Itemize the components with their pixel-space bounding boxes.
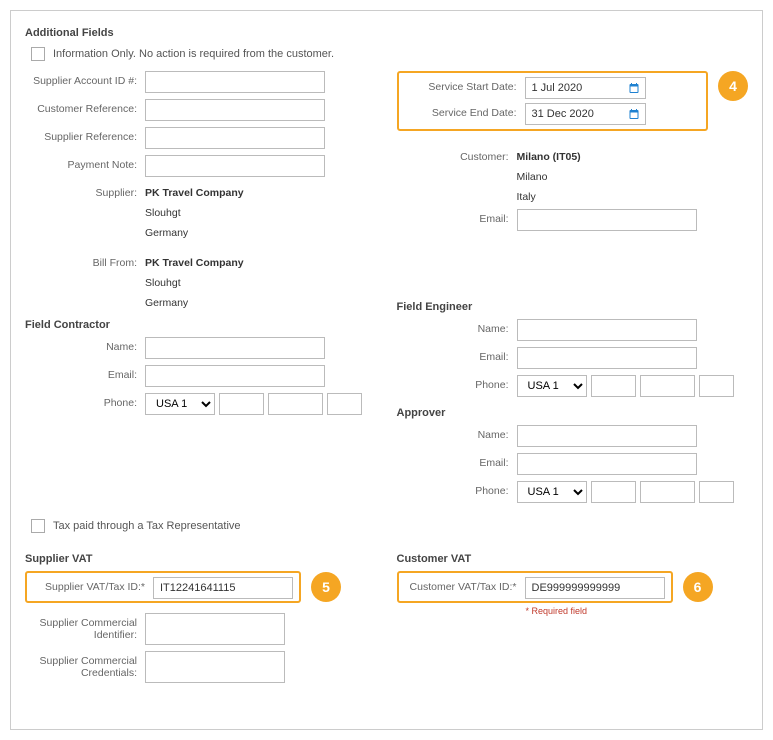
approver-phone-country-select[interactable]: USA 1 xyxy=(517,481,587,503)
customer-vat-heading: Customer VAT xyxy=(397,553,749,565)
callout-badge-4: 4 xyxy=(718,71,748,101)
approver-email-input[interactable] xyxy=(517,453,697,475)
supplier-city: Slouhgt xyxy=(145,203,244,219)
label-customer-reference: Customer Reference: xyxy=(25,99,145,115)
customer-email-label: Email: xyxy=(397,209,517,225)
supplier-vat-label: Supplier VAT/Tax ID:* xyxy=(33,577,153,593)
approver-phone-label: Phone: xyxy=(397,481,517,497)
approver-email-label: Email: xyxy=(397,453,517,469)
supplier-account-id-input[interactable] xyxy=(145,71,325,93)
label-service-start: Service Start Date: xyxy=(405,77,525,93)
bill-from-city: Slouhgt xyxy=(145,273,244,289)
contractor-email-label: Email: xyxy=(25,365,145,381)
engineer-email-label: Email: xyxy=(397,347,517,363)
contractor-email-input[interactable] xyxy=(145,365,325,387)
customer-country: Italy xyxy=(517,187,581,203)
info-only-label: Information Only. No action is required … xyxy=(53,48,334,60)
label-supplier-account-id: Supplier Account ID #: xyxy=(25,71,145,87)
tax-rep-checkbox[interactable] xyxy=(31,519,45,533)
service-start-input[interactable] xyxy=(526,78,626,98)
required-field-note: * Required field xyxy=(525,606,588,616)
bill-from-name: PK Travel Company xyxy=(145,253,244,269)
supplier-country: Germany xyxy=(145,223,244,239)
contractor-phone-seg1[interactable] xyxy=(219,393,264,415)
tax-rep-label: Tax paid through a Tax Representative xyxy=(53,520,241,532)
engineer-phone-country-select[interactable]: USA 1 xyxy=(517,375,587,397)
contractor-name-label: Name: xyxy=(25,337,145,353)
approver-name-input[interactable] xyxy=(517,425,697,447)
supplier-vat-input[interactable] xyxy=(153,577,293,599)
contractor-phone-seg2[interactable] xyxy=(268,393,323,415)
label-supplier: Supplier: xyxy=(25,183,145,199)
calendar-icon[interactable] xyxy=(626,106,642,122)
label-payment-note: Payment Note: xyxy=(25,155,145,171)
approver-phone-seg3[interactable] xyxy=(699,481,734,503)
field-engineer-heading: Field Engineer xyxy=(397,301,749,313)
supplier-comm-id-label: Supplier Commercial Identifier: xyxy=(25,613,145,641)
service-end-input[interactable] xyxy=(526,104,626,124)
contractor-phone-label: Phone: xyxy=(25,393,145,409)
info-only-checkbox[interactable] xyxy=(31,47,45,61)
engineer-phone-seg2[interactable] xyxy=(640,375,695,397)
callout-badge-6: 6 xyxy=(683,572,713,602)
label-bill-from: Bill From: xyxy=(25,253,145,269)
approver-phone-seg1[interactable] xyxy=(591,481,636,503)
approver-name-label: Name: xyxy=(397,425,517,441)
label-customer: Customer: xyxy=(397,147,517,163)
customer-reference-input[interactable] xyxy=(145,99,325,121)
customer-city: Milano xyxy=(517,167,581,183)
contractor-phone-country-select[interactable]: USA 1 xyxy=(145,393,215,415)
engineer-name-label: Name: xyxy=(397,319,517,335)
customer-email-input[interactable] xyxy=(517,209,697,231)
supplier-comm-id-input[interactable] xyxy=(145,613,285,645)
supplier-reference-input[interactable] xyxy=(145,127,325,149)
bill-from-country: Germany xyxy=(145,293,244,309)
contractor-phone-seg3[interactable] xyxy=(327,393,362,415)
payment-note-input[interactable] xyxy=(145,155,325,177)
engineer-phone-seg3[interactable] xyxy=(699,375,734,397)
engineer-phone-seg1[interactable] xyxy=(591,375,636,397)
engineer-email-input[interactable] xyxy=(517,347,697,369)
field-contractor-heading: Field Contractor xyxy=(25,319,377,331)
supplier-name: PK Travel Company xyxy=(145,183,244,199)
contractor-name-input[interactable] xyxy=(145,337,325,359)
customer-vat-label: Customer VAT/Tax ID:* xyxy=(405,577,525,593)
customer-name: Milano (IT05) xyxy=(517,147,581,163)
section-title-additional-fields: Additional Fields xyxy=(25,27,748,39)
calendar-icon[interactable] xyxy=(626,80,642,96)
supplier-comm-cred-input[interactable] xyxy=(145,651,285,683)
label-service-end: Service End Date: xyxy=(405,103,525,119)
engineer-phone-label: Phone: xyxy=(397,375,517,391)
supplier-comm-cred-label: Supplier Commercial Credentials: xyxy=(25,651,145,679)
approver-heading: Approver xyxy=(397,407,749,419)
approver-phone-seg2[interactable] xyxy=(640,481,695,503)
customer-vat-input[interactable] xyxy=(525,577,665,599)
callout-badge-5: 5 xyxy=(311,572,341,602)
supplier-vat-heading: Supplier VAT xyxy=(25,553,377,565)
engineer-name-input[interactable] xyxy=(517,319,697,341)
label-supplier-reference: Supplier Reference: xyxy=(25,127,145,143)
